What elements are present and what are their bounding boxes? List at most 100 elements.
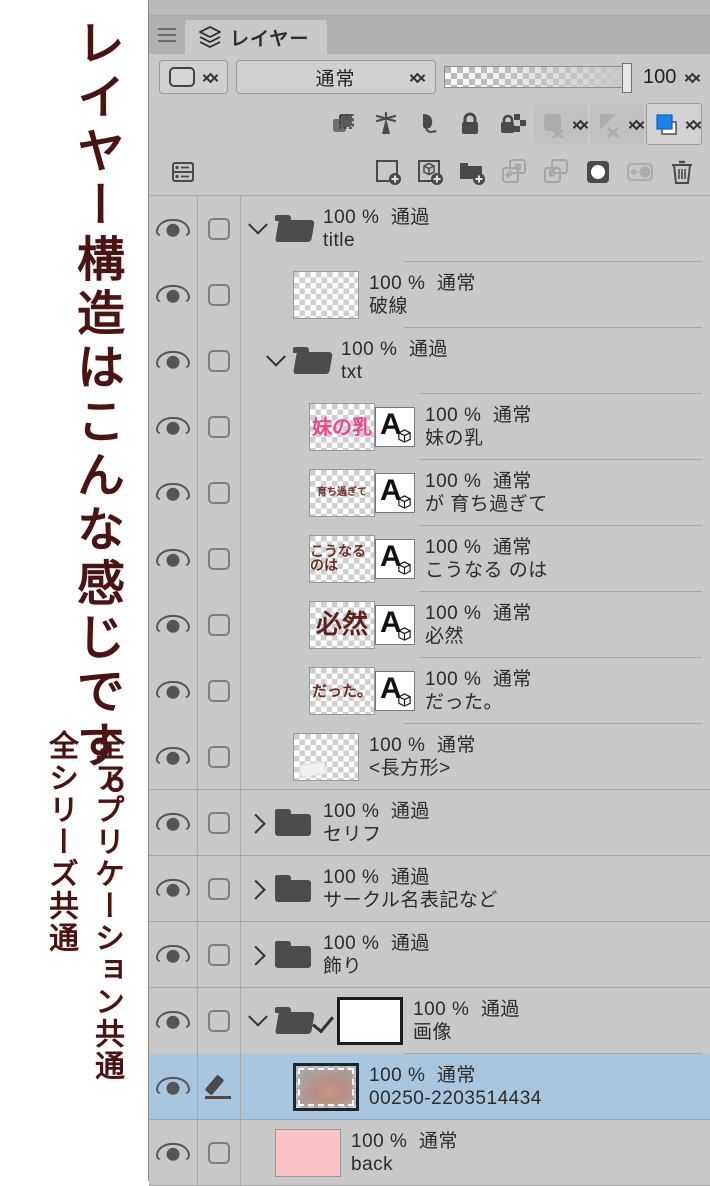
reference-layer-icon[interactable] <box>366 104 406 144</box>
opacity-slider-handle[interactable] <box>621 63 632 93</box>
ruler-enable-icon[interactable] <box>590 104 630 144</box>
layer-visibility-toggle[interactable] <box>149 790 197 856</box>
layer-select-checkbox[interactable] <box>197 658 241 724</box>
layer-color-stepper[interactable] <box>687 116 701 132</box>
mask-selector[interactable] <box>159 60 228 94</box>
layer-visibility-toggle[interactable] <box>149 1054 197 1120</box>
layer-row[interactable]: 妹の乳 A 100 % 通常 妹の乳 <box>149 394 710 460</box>
layer-row-content[interactable]: 100 % 通過 txt <box>241 328 710 394</box>
layer-row-content[interactable]: 100 % 通過 サークル名表記など <box>241 856 710 922</box>
mask-enable-group[interactable] <box>534 104 588 144</box>
layer-visibility-toggle[interactable] <box>149 658 197 724</box>
layer-visibility-toggle[interactable] <box>149 724 197 790</box>
layer-row-content[interactable]: 妹の乳 A 100 % 通常 妹の乳 <box>241 394 710 460</box>
layer-thumbnail[interactable]: 育ち過ぎて <box>309 469 375 517</box>
layer-row[interactable]: 100 % 通過 txt <box>149 328 710 394</box>
ruler-enable-stepper[interactable] <box>630 116 644 132</box>
layer-select-checkbox[interactable] <box>197 1120 241 1186</box>
chevron-down-icon[interactable] <box>241 214 275 236</box>
layer-select-checkbox[interactable] <box>197 988 241 1054</box>
clip-to-layer-below-icon[interactable] <box>324 104 364 144</box>
layer-thumbnail[interactable]: 妹の乳 <box>309 403 375 451</box>
layer-select-checkbox[interactable] <box>197 460 241 526</box>
new-raster-layer-icon[interactable] <box>368 152 408 192</box>
layer-row-content[interactable]: 100 % 通過 画像 <box>241 988 710 1054</box>
merge-down-icon[interactable] <box>536 152 576 192</box>
create-from-selection-icon[interactable] <box>620 152 660 192</box>
layer-thumbnail[interactable] <box>275 1129 341 1177</box>
layer-row[interactable]: 100 % 通過 サークル名表記など <box>149 856 710 922</box>
new-layer-folder-icon[interactable] <box>452 152 492 192</box>
layer-row-content[interactable]: 100 % 通過 title <box>241 196 710 262</box>
layer-visibility-toggle[interactable] <box>149 592 197 658</box>
layer-row[interactable]: だった。 A 100 % 通常 だった。 <box>149 658 710 724</box>
layer-visibility-toggle[interactable] <box>149 922 197 988</box>
layer-row[interactable]: 100 % 通常 <長方形> <box>149 724 710 790</box>
layer-thumbnail[interactable]: こうなるのは <box>309 535 375 583</box>
mask-enable-icon[interactable] <box>534 104 574 144</box>
layer-row[interactable]: 100 % 通常 back <box>149 1120 710 1186</box>
chevron-right-icon[interactable] <box>241 945 275 966</box>
layer-thumbnail[interactable] <box>293 733 359 781</box>
layer-select-checkbox[interactable] <box>197 328 241 394</box>
layer-thumbnail[interactable]: だった。 <box>309 667 375 715</box>
layer-row-content[interactable]: だった。 A 100 % 通常 だった。 <box>241 658 710 724</box>
new-3d-layer-icon[interactable] <box>410 152 450 192</box>
layer-row-content[interactable]: 100 % 通過 セリフ <box>241 790 710 856</box>
layer-row-content[interactable]: 必然 A 100 % 通常 必然 <box>241 592 710 658</box>
chevron-right-icon[interactable] <box>241 879 275 900</box>
layer-row-content[interactable]: 100 % 通常 back <box>241 1120 710 1186</box>
lock-transparent-pixels-icon[interactable] <box>492 104 532 144</box>
layer-row-content[interactable]: 100 % 通過 飾り <box>241 922 710 988</box>
layer-color-group[interactable] <box>646 103 702 145</box>
layer-select-checkbox[interactable] <box>197 262 241 328</box>
layer-row[interactable]: 100 % 通過 セリフ <box>149 790 710 856</box>
chevron-right-icon[interactable] <box>241 813 275 834</box>
chevron-down-icon[interactable] <box>241 1006 275 1028</box>
layer-select-checkbox[interactable] <box>197 922 241 988</box>
chevron-updown-icon[interactable] <box>411 69 425 85</box>
layer-row[interactable]: 100 % 通過 飾り <box>149 922 710 988</box>
layer-select-checkbox[interactable] <box>197 724 241 790</box>
layer-select-checkbox[interactable] <box>197 526 241 592</box>
ruler-enable-group[interactable] <box>590 104 644 144</box>
layer-visibility-toggle[interactable] <box>149 856 197 922</box>
layer-visibility-toggle[interactable] <box>149 394 197 460</box>
opacity-slider[interactable] <box>443 63 632 93</box>
create-layer-mask-icon[interactable] <box>578 152 618 192</box>
layer-row[interactable]: 100 % 通過 画像 <box>149 988 710 1054</box>
layer-visibility-toggle[interactable] <box>149 460 197 526</box>
layer-visibility-toggle[interactable] <box>149 196 197 262</box>
layer-select-checkbox[interactable] <box>197 856 241 922</box>
blend-mode-select[interactable]: 通常 <box>235 60 436 94</box>
layer-row-content[interactable]: 100 % 通常 <長方形> <box>241 724 710 790</box>
layer-visibility-toggle[interactable] <box>149 262 197 328</box>
layer-row[interactable]: 必然 A 100 % 通常 必然 <box>149 592 710 658</box>
layer-row-content[interactable]: 100 % 通常 00250-2203514434 <box>241 1054 710 1120</box>
chevron-down-icon[interactable] <box>259 346 293 368</box>
layer-visibility-toggle[interactable] <box>149 1120 197 1186</box>
delete-layer-icon[interactable] <box>662 152 702 192</box>
draft-layer-icon[interactable] <box>408 104 448 144</box>
layer-visibility-toggle[interactable] <box>149 526 197 592</box>
mask-enable-stepper[interactable] <box>574 116 588 132</box>
layer-row[interactable]: 100 % 通常 00250-2203514434 <box>149 1054 710 1120</box>
layer-row[interactable]: 育ち過ぎて A 100 % 通常 が 育ち過ぎて <box>149 460 710 526</box>
layer-list[interactable]: 100 % 通過 title 100 % 通常 破線 100 % 通過 txt … <box>149 196 710 1186</box>
layer-editing-indicator[interactable] <box>197 1054 241 1120</box>
layer-row[interactable]: 100 % 通常 破線 <box>149 262 710 328</box>
layer-select-checkbox[interactable] <box>197 790 241 856</box>
layer-row-content[interactable]: こうなるのは A 100 % 通常 こうなる のは <box>241 526 710 592</box>
palette-color-icon[interactable] <box>647 104 687 144</box>
layer-select-checkbox[interactable] <box>197 394 241 460</box>
layer-visibility-toggle[interactable] <box>149 328 197 394</box>
hamburger-menu-icon[interactable] <box>149 16 185 54</box>
layer-select-checkbox[interactable] <box>197 592 241 658</box>
layer-thumbnail[interactable] <box>337 997 403 1045</box>
layer-thumbnail[interactable] <box>293 271 359 319</box>
layer-settings-icon[interactable] <box>163 152 203 192</box>
layer-row-content[interactable]: 100 % 通常 破線 <box>241 262 710 328</box>
layer-thumbnail[interactable] <box>293 1063 359 1111</box>
transfer-down-icon[interactable] <box>494 152 534 192</box>
chevron-updown-icon[interactable] <box>204 69 218 85</box>
